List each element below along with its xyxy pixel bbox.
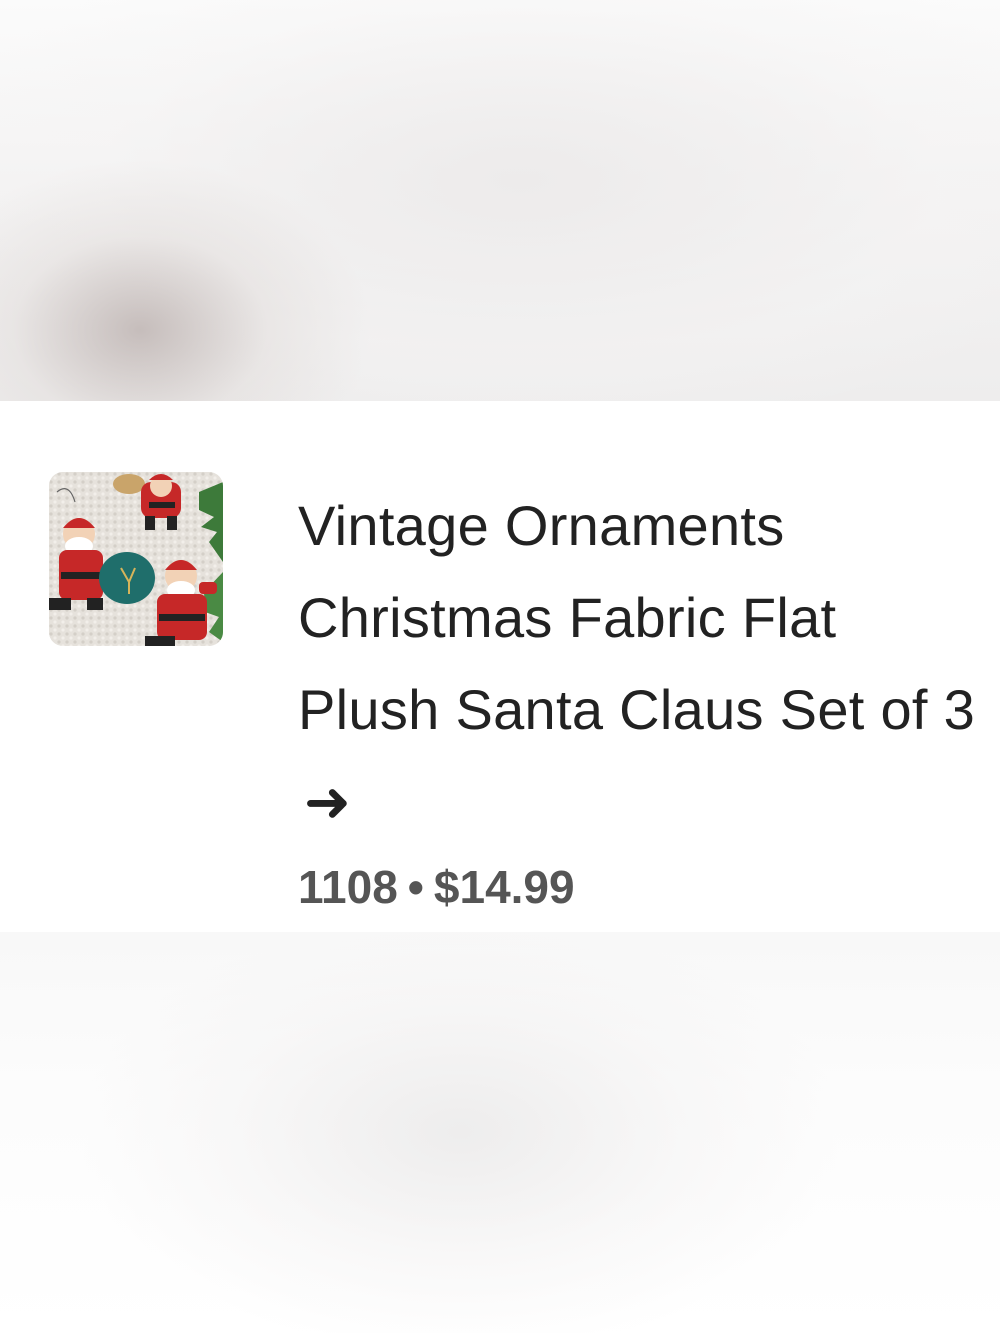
listing-title: Vintage Ornaments Christmas Fabric Flat …: [298, 494, 976, 741]
blurred-backdrop-bottom: [0, 932, 1000, 1333]
meta-separator: •: [407, 861, 424, 913]
listing-thumbnail[interactable]: [49, 472, 223, 646]
arrow-right-icon: ➜: [304, 770, 352, 835]
listing-count: 1108: [298, 861, 398, 913]
blurred-backdrop-top: [0, 0, 1000, 401]
listing-title-link[interactable]: Vintage Ornaments Christmas Fabric Flat …: [298, 480, 978, 849]
santa-ornaments-photo-icon: [49, 472, 223, 646]
listing-price: $14.99: [433, 861, 575, 913]
listing-meta: 1108 • $14.99: [298, 860, 575, 914]
